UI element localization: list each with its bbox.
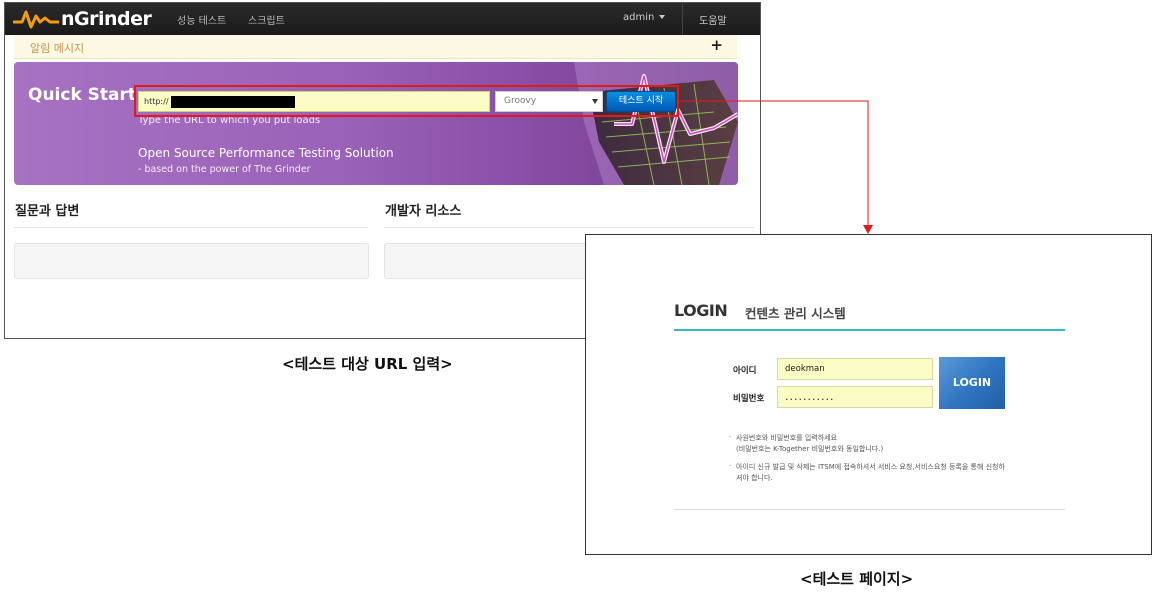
notification-panel: 알림 메시지 + bbox=[14, 35, 737, 59]
password-label: 비밀번호 bbox=[733, 394, 765, 404]
user-name: admin bbox=[623, 12, 655, 23]
nav-item-help[interactable]: 도움말 bbox=[699, 12, 727, 27]
product-tagline: Open Source Performance Testing Solution bbox=[138, 146, 394, 160]
caption-test-target-url: <테스트 대상 URL 입력> bbox=[282, 355, 453, 373]
dev-resources-section-divider bbox=[384, 227, 754, 228]
id-input[interactable]: deokman bbox=[777, 358, 933, 380]
login-button[interactable]: LOGIN bbox=[939, 357, 1005, 409]
product-tagline-sub: - based on the power of The Grinder bbox=[138, 164, 311, 175]
ngrinder-logo[interactable]: nGrinder bbox=[13, 6, 152, 32]
qa-content-well bbox=[14, 243, 369, 279]
caret-down-icon bbox=[659, 15, 666, 19]
top-navbar: nGrinder 성능 테스트 스크립트 admin 도움말 bbox=[5, 3, 760, 35]
caption-test-page: <테스트 페이지> bbox=[800, 570, 914, 588]
notification-title: 알림 메시지 bbox=[30, 42, 85, 55]
quick-start-title: Quick Start bbox=[28, 85, 137, 105]
title-underline bbox=[674, 329, 1065, 331]
nav-divider bbox=[682, 3, 683, 35]
nav-item-performance-test[interactable]: 성능 테스트 bbox=[177, 12, 226, 27]
nav-item-script[interactable]: 스크립트 bbox=[248, 12, 285, 27]
login-note-account-request: 아이디 신규 발급 및 삭제는 ITSM에 접속하셔서 서비스 요청,서비스요청… bbox=[736, 463, 1005, 482]
login-note-employee-number: 사원번호와 비밀번호를 입력하세요 (비밀번호는 K-Together 비밀번호… bbox=[736, 434, 884, 453]
quick-start-banner: Quick Start http:// Groovy 테스트 시작 Type t… bbox=[14, 62, 738, 185]
waveform-logo-icon bbox=[13, 10, 59, 29]
bottom-divider bbox=[674, 509, 1065, 510]
id-label: 아이디 bbox=[733, 366, 757, 376]
login-title: LOGIN bbox=[674, 301, 728, 320]
password-input[interactable]: ........... bbox=[777, 386, 933, 408]
login-subtitle: 컨텐츠 관리 시스템 bbox=[745, 306, 846, 321]
url-input-highlight-box bbox=[134, 85, 679, 117]
expand-plus-icon[interactable]: + bbox=[710, 36, 723, 54]
brand-name: nGrinder bbox=[61, 8, 152, 30]
qa-section-divider bbox=[14, 227, 368, 228]
dev-resources-section-title: 개발자 리소스 bbox=[385, 204, 462, 219]
banner-background-art bbox=[574, 62, 738, 185]
note-bullet: · bbox=[729, 433, 732, 441]
qa-section-title: 질문과 답변 bbox=[15, 204, 80, 219]
user-menu[interactable]: admin bbox=[623, 12, 666, 23]
arrow-head-icon bbox=[863, 225, 873, 234]
note-bullet: · bbox=[729, 462, 732, 470]
login-page-screenshot: LOGIN 컨텐츠 관리 시스템 아이디 deokman 비밀번호 ......… bbox=[585, 234, 1152, 555]
